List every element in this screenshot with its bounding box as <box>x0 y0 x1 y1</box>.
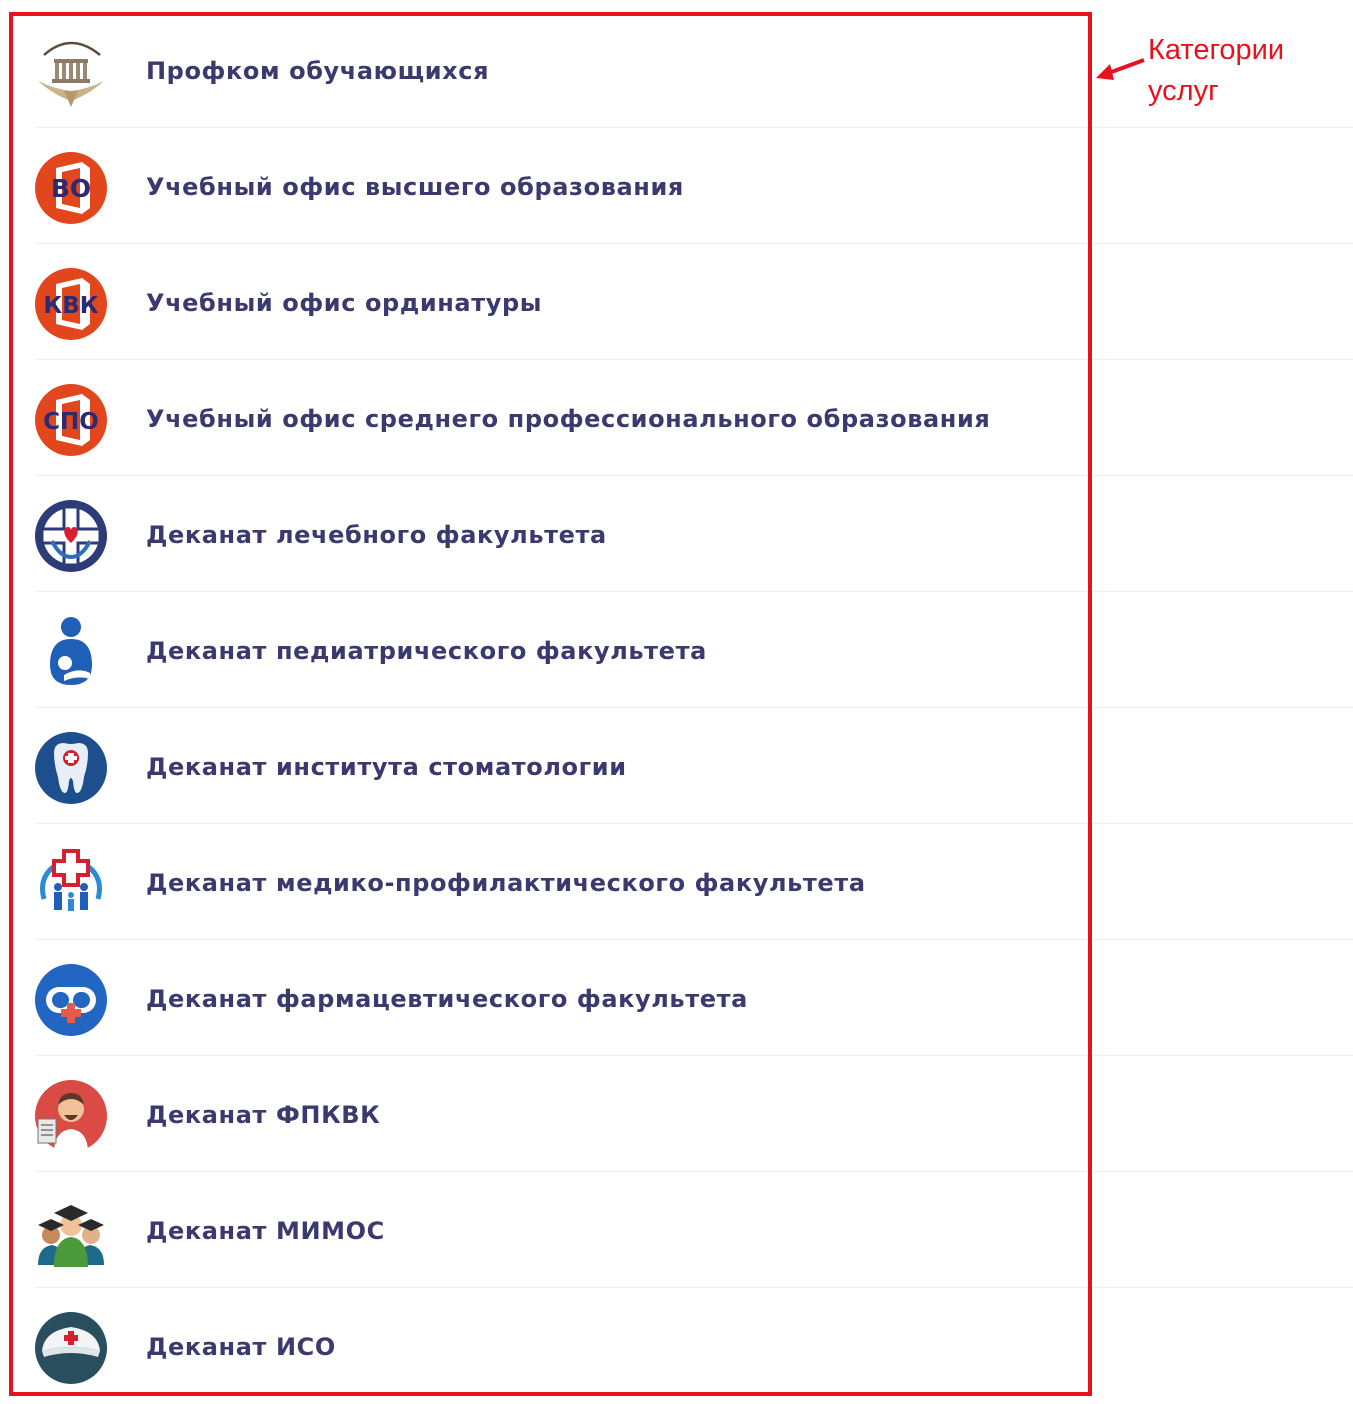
mother-child-icon <box>34 615 108 689</box>
category-item-residency-office[interactable]: КВК Учебный офис ординатуры <box>0 244 1353 360</box>
nurse-cap-icon <box>34 1311 108 1385</box>
category-item-pharmacy-faculty[interactable]: Деканат фармацевтического факультета <box>0 940 1353 1056</box>
graduates-icon <box>34 1195 108 1269</box>
family-cross-icon <box>34 847 108 921</box>
category-label: Деканат ФПКВК <box>146 1101 381 1129</box>
category-item-fpkvk[interactable]: Деканат ФПКВК <box>0 1056 1353 1172</box>
tooth-icon <box>34 731 108 805</box>
category-label: Деканат педиатрического факультета <box>146 637 707 665</box>
svg-text:ВО: ВО <box>51 174 91 203</box>
annotation-callout: Категории услуг <box>1148 30 1284 112</box>
doctor-icon <box>34 1079 108 1153</box>
svg-text:КВК: КВК <box>43 293 98 319</box>
category-item-vocational-office[interactable]: СПО Учебный офис среднего профессиональн… <box>0 360 1353 476</box>
vo-office-icon: ВО <box>34 151 108 225</box>
building-icon <box>34 35 108 109</box>
spo-office-icon: СПО <box>34 383 108 457</box>
category-item-medical-faculty[interactable]: Деканат лечебного факультета <box>0 476 1353 592</box>
category-item-iso[interactable]: Деканат ИСО <box>0 1288 1353 1404</box>
category-item-pediatric-faculty[interactable]: Деканат педиатрического факультета <box>0 592 1353 708</box>
pill-cross-icon <box>34 963 108 1037</box>
category-label: Деканат ИСО <box>146 1333 336 1361</box>
category-item-dentistry-institute[interactable]: Деканат института стоматологии <box>0 708 1353 824</box>
heart-hands-icon <box>34 499 108 573</box>
category-item-preventive-medicine-faculty[interactable]: Деканат медико-профилактического факульт… <box>0 824 1353 940</box>
category-label: Деканат МИМОС <box>146 1217 385 1245</box>
category-item-higher-education-office[interactable]: ВО Учебный офис высшего образования <box>0 128 1353 244</box>
annotation-arrow-icon <box>1096 58 1145 80</box>
svg-text:СПО: СПО <box>43 409 99 435</box>
category-label: Профком обучающихся <box>146 57 490 85</box>
category-label: Деканат фармацевтического факультета <box>146 985 748 1013</box>
category-label: Учебный офис высшего образования <box>146 173 684 201</box>
annotation-line-2: услуг <box>1148 75 1219 107</box>
category-label: Деканат лечебного факультета <box>146 521 607 549</box>
kvk-office-icon: КВК <box>34 267 108 341</box>
category-label: Учебный офис ординатуры <box>146 289 543 317</box>
category-label: Учебный офис среднего профессионального … <box>146 405 991 433</box>
category-item-mimos[interactable]: Деканат МИМОС <box>0 1172 1353 1288</box>
annotation-line-1: Категории <box>1148 34 1285 66</box>
category-label: Деканат медико-профилактического факульт… <box>146 869 866 897</box>
category-label: Деканат института стоматологии <box>146 753 627 781</box>
